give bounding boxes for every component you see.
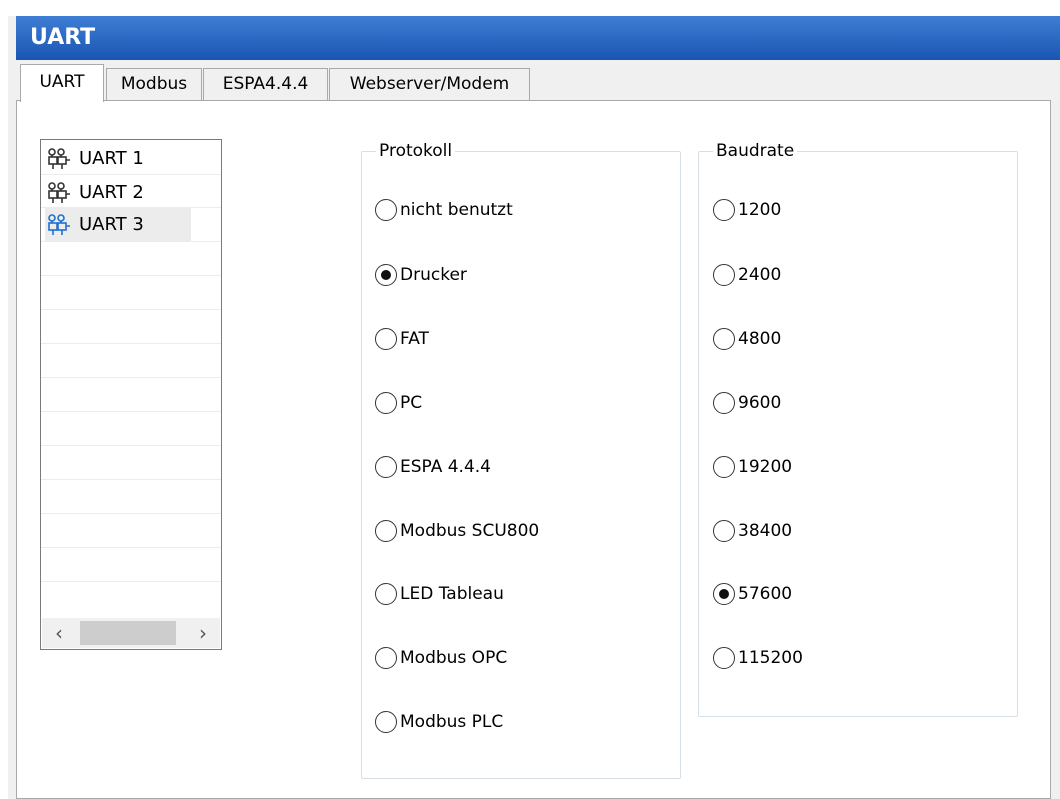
radio-label: 4800 [738, 329, 782, 349]
radio-button[interactable] [713, 520, 735, 542]
tab-modbus[interactable]: Modbus [106, 68, 202, 100]
list-item-label: UART 3 [79, 214, 144, 235]
list-item-uart-2[interactable]: UART 2 [45, 176, 191, 209]
list-item-label: UART 2 [79, 182, 144, 203]
radio-baud-9600[interactable]: 9600 [713, 389, 781, 417]
radio-baud-115200[interactable]: 115200 [713, 644, 803, 672]
scroll-right-arrow-icon[interactable]: › [186, 618, 220, 648]
list-item-uart-3[interactable]: UART 3 [45, 208, 191, 241]
list-item-label: UART 1 [79, 148, 144, 169]
radio-label: ESPA 4.4.4 [400, 457, 491, 477]
list-item-uart-1[interactable]: UART 1 [45, 142, 191, 175]
list-row-divider [41, 479, 221, 480]
radio-baud-38400[interactable]: 38400 [713, 517, 792, 545]
tab-uart[interactable]: UART [20, 64, 104, 102]
radio-espa-444[interactable]: ESPA 4.4.4 [375, 453, 491, 481]
radio-button[interactable] [375, 647, 397, 669]
radio-button[interactable] [375, 199, 397, 221]
radio-label: Modbus SCU800 [400, 521, 540, 541]
radio-button[interactable] [713, 392, 735, 414]
radio-button-checked[interactable] [375, 264, 397, 286]
radio-label: 57600 [738, 584, 793, 604]
radio-button[interactable] [713, 199, 735, 221]
list-row-divider [41, 275, 221, 276]
radio-label: Drucker [400, 265, 467, 285]
radio-label: 19200 [738, 457, 793, 477]
radio-baud-1200[interactable]: 1200 [713, 196, 781, 224]
radio-label: 2400 [738, 265, 782, 285]
radio-fat[interactable]: FAT [375, 325, 429, 353]
window-titlebar: UART [16, 16, 1060, 60]
radio-label: LED Tableau [400, 584, 504, 604]
protokoll-legend: Protokoll [376, 139, 456, 163]
radio-nicht-benutzt[interactable]: nicht benutzt [375, 196, 513, 224]
radio-modbus-plc[interactable]: Modbus PLC [375, 708, 503, 736]
tab-webserver-modem[interactable]: Webserver/Modem [329, 68, 530, 100]
radio-label: 9600 [738, 393, 782, 413]
list-row-divider [41, 547, 221, 548]
window-left-border [0, 0, 8, 799]
list-row-divider [41, 309, 221, 310]
radio-button[interactable] [375, 456, 397, 478]
scroll-thumb[interactable] [80, 621, 176, 645]
serial-port-icon [48, 147, 70, 169]
list-row-divider [41, 445, 221, 446]
serial-port-icon [48, 213, 70, 235]
radio-button[interactable] [713, 264, 735, 286]
radio-label: Modbus OPC [400, 648, 508, 668]
radio-button[interactable] [713, 456, 735, 478]
list-row-divider [41, 343, 221, 344]
baudrate-legend: Baudrate [713, 139, 798, 163]
tab-espa[interactable]: ESPA4.4.4 [203, 68, 328, 100]
horizontal-scrollbar[interactable]: ‹ › [42, 618, 220, 648]
list-row-divider [41, 513, 221, 514]
radio-label: 1200 [738, 200, 782, 220]
radio-pc[interactable]: PC [375, 389, 422, 417]
radio-label: FAT [400, 329, 429, 349]
radio-button[interactable] [713, 647, 735, 669]
radio-button[interactable] [713, 328, 735, 350]
radio-button[interactable] [375, 520, 397, 542]
radio-drucker[interactable]: Drucker [375, 261, 467, 289]
radio-label: nicht benutzt [400, 200, 513, 220]
radio-button[interactable] [375, 711, 397, 733]
list-row-divider [41, 377, 221, 378]
window-title: UART [30, 25, 96, 50]
radio-baud-4800[interactable]: 4800 [713, 325, 781, 353]
uart-list[interactable]: UART 1 UART 2 UART 3 ‹ › [40, 139, 222, 650]
radio-label: PC [400, 393, 423, 413]
radio-modbus-scu800[interactable]: Modbus SCU800 [375, 517, 539, 545]
radio-label: Modbus PLC [400, 712, 504, 732]
list-row-divider [41, 241, 221, 242]
radio-led-tableau[interactable]: LED Tableau [375, 580, 504, 608]
list-row-divider [41, 581, 221, 582]
radio-button[interactable] [375, 328, 397, 350]
tab-strip: UART Modbus ESPA4.4.4 Webserver/Modem [16, 60, 1060, 102]
list-row-divider [41, 411, 221, 412]
radio-baud-19200[interactable]: 19200 [713, 453, 792, 481]
radio-label: 115200 [738, 648, 803, 668]
radio-button-checked[interactable] [713, 583, 735, 605]
window-top-strip [0, 0, 1060, 16]
scroll-left-arrow-icon[interactable]: ‹ [42, 618, 76, 648]
radio-button[interactable] [375, 583, 397, 605]
serial-port-icon [48, 181, 70, 203]
radio-modbus-opc[interactable]: Modbus OPC [375, 644, 507, 672]
radio-baud-57600[interactable]: 57600 [713, 580, 792, 608]
radio-label: 38400 [738, 521, 793, 541]
baudrate-group: Baudrate [698, 139, 1018, 717]
radio-button[interactable] [375, 392, 397, 414]
radio-baud-2400[interactable]: 2400 [713, 261, 781, 289]
